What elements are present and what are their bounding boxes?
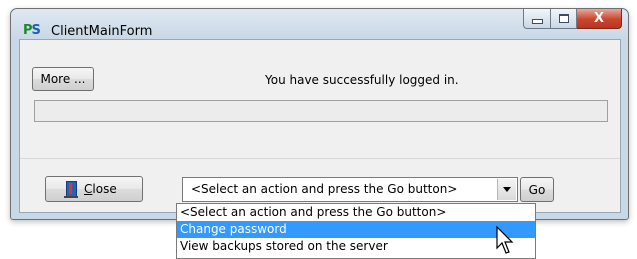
- maximize-button[interactable]: [551, 9, 577, 29]
- chevron-down-icon: [503, 187, 511, 192]
- progress-bar: [34, 100, 608, 122]
- window-controls: X: [523, 9, 622, 29]
- dropdown-option[interactable]: View backups stored on the server: [177, 238, 535, 255]
- maximize-icon: [558, 14, 569, 23]
- go-button[interactable]: Go: [520, 177, 554, 202]
- title-bar[interactable]: PS ClientMainForm X: [11, 9, 628, 39]
- login-status-message: You have successfully logged in.: [265, 73, 459, 87]
- minimize-icon: [531, 19, 543, 24]
- action-select[interactable]: <Select an action and press the Go butto…: [182, 177, 518, 202]
- app-logo: PS: [23, 23, 41, 38]
- client-main-window: PS ClientMainForm X More ... You have su…: [10, 8, 629, 220]
- exit-door-icon: [64, 180, 78, 198]
- close-button-label: Close: [84, 182, 117, 196]
- minimize-button[interactable]: [523, 9, 551, 29]
- action-dropdown-list: <Select an action and press the Go butto…: [176, 203, 536, 259]
- close-icon: X: [593, 11, 605, 26]
- form-client-area: More ... You have successfully logged in…: [19, 39, 621, 213]
- window-title: ClientMainForm: [51, 24, 153, 39]
- dropdown-option[interactable]: Change password: [177, 221, 535, 238]
- dropdown-arrow-button[interactable]: [497, 179, 516, 200]
- action-select-value: <Select an action and press the Go butto…: [191, 182, 458, 196]
- dropdown-option[interactable]: <Select an action and press the Go butto…: [177, 204, 535, 221]
- close-button[interactable]: Close: [45, 176, 143, 202]
- divider: [20, 158, 620, 159]
- close-window-button[interactable]: X: [577, 9, 622, 29]
- more-button[interactable]: More ...: [32, 67, 94, 91]
- mouse-pointer-icon: [496, 226, 514, 254]
